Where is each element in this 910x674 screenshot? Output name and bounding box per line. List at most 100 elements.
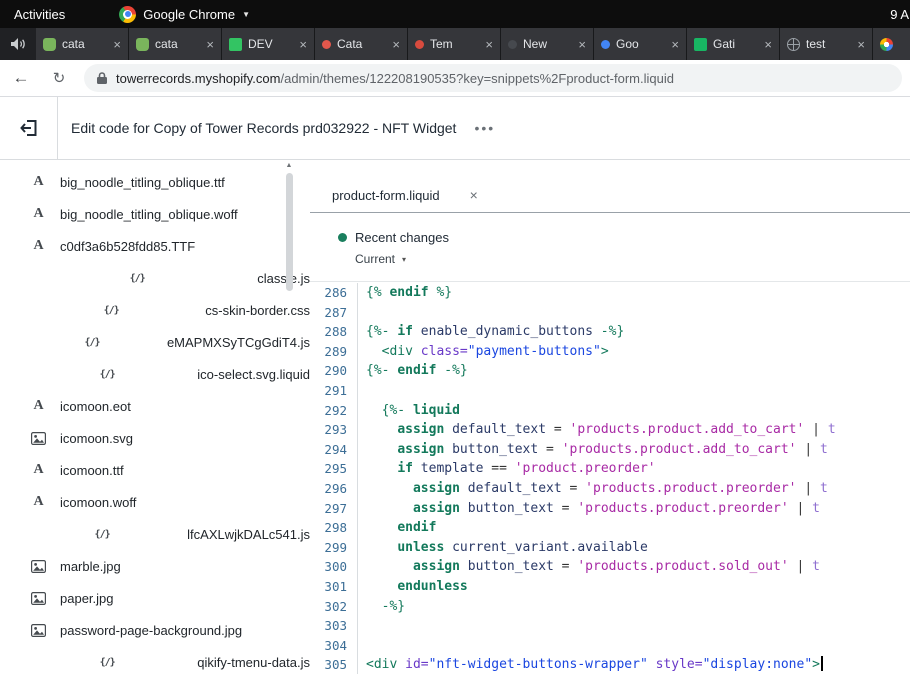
chrome-logo-icon [119, 6, 136, 23]
line-number: 291 [310, 381, 358, 401]
browser-tab[interactable]: Gati × [687, 28, 780, 60]
line-content [358, 636, 366, 656]
caret-down-icon: ▼ [242, 10, 250, 19]
code-file-icon: A {/} [30, 652, 184, 673]
tab-close-icon[interactable]: × [485, 37, 493, 52]
code-line: 286 {% endif %} [310, 283, 910, 303]
sidebar-scrollbar[interactable]: ▲ [283, 160, 295, 674]
tab-close-icon[interactable]: × [470, 187, 478, 203]
file-item[interactable]: A {/} big_noodle_titling_oblique.ttf [0, 166, 310, 198]
scrollbar-thumb[interactable] [286, 173, 293, 291]
image-file-icon: A {/} [30, 560, 47, 573]
file-item[interactable]: A {/} lfcAXLwjkDALc541.js [0, 518, 310, 550]
file-item[interactable]: A {/} c0df3a6b528fdd85.TTF [0, 230, 310, 262]
editor-page-header: Edit code for Copy of Tower Records prd0… [0, 97, 910, 160]
line-number: 305 [310, 655, 358, 674]
line-number: 290 [310, 361, 358, 381]
tab-close-icon[interactable]: × [299, 37, 307, 52]
code-line: 289 <div class="payment-buttons"> [310, 342, 910, 362]
browser-tab[interactable]: cata × [36, 28, 129, 60]
file-name: password-page-background.jpg [60, 623, 242, 638]
site-icon [694, 38, 707, 51]
image-file-icon: A {/} [30, 432, 47, 445]
browser-toolbar: ← ↻ towerrecords.myshopify.com/admin/the… [0, 60, 910, 97]
code-line: 296 assign default_text = 'products.prod… [310, 479, 910, 499]
tab-close-icon[interactable]: × [671, 37, 679, 52]
browser-tab[interactable]: New × [501, 28, 594, 60]
file-item[interactable]: A {/} password-page-background.jpg [0, 614, 310, 646]
line-number: 300 [310, 557, 358, 577]
browser-tab[interactable]: test × [780, 28, 873, 60]
line-content: endunless [358, 577, 468, 597]
line-number: 286 [310, 283, 358, 303]
back-button[interactable]: ← [8, 68, 34, 88]
file-name: icomoon.svg [60, 431, 133, 446]
file-item[interactable]: A {/} paper.jpg [0, 582, 310, 614]
speaker-icon[interactable] [0, 28, 36, 60]
file-item[interactable]: A {/} classie.js [0, 262, 310, 294]
tab-close-icon[interactable]: × [392, 37, 400, 52]
browser-tab[interactable]: Cata × [315, 28, 408, 60]
tab-close-icon[interactable]: × [857, 37, 865, 52]
font-file-icon: A {/} [30, 462, 47, 478]
file-item[interactable]: A {/} icomoon.ttf [0, 454, 310, 486]
more-options-button[interactable]: ••• [474, 120, 495, 136]
code-line: 301 endunless [310, 577, 910, 597]
file-name: big_noodle_titling_oblique.ttf [60, 175, 225, 190]
code-file-icon: A {/} [30, 300, 192, 321]
browser-tab[interactable]: cata × [129, 28, 222, 60]
line-content: endif [358, 518, 436, 538]
editor-tab-label: product-form.liquid [332, 188, 440, 203]
address-bar[interactable]: towerrecords.myshopify.com/admin/themes/… [84, 64, 902, 92]
active-app-menu[interactable]: Google Chrome ▼ [119, 6, 250, 23]
clock[interactable]: 9 A [890, 7, 910, 22]
exit-icon [19, 118, 39, 138]
file-item[interactable]: A {/} icomoon.woff [0, 486, 310, 518]
font-file-icon: A {/} [30, 494, 47, 510]
file-item[interactable]: A {/} cs-skin-border.css [0, 294, 310, 326]
code-line: 304 [310, 636, 910, 656]
tab-title: cata [62, 37, 107, 51]
browser-tab[interactable]: × [873, 28, 910, 60]
code-line: 287 [310, 303, 910, 323]
reload-button[interactable]: ↻ [46, 69, 72, 87]
line-content [358, 303, 366, 323]
browser-tab[interactable]: Goo × [594, 28, 687, 60]
line-number: 287 [310, 303, 358, 323]
line-number: 304 [310, 636, 358, 656]
activities-button[interactable]: Activities [0, 7, 79, 22]
scroll-up-icon[interactable]: ▲ [283, 160, 295, 169]
code-line: 292 {%- liquid [310, 401, 910, 421]
tab-close-icon[interactable]: × [206, 37, 214, 52]
tab-title: New [523, 37, 572, 51]
code-file-icon: A {/} [30, 364, 184, 385]
file-item[interactable]: A {/} marble.jpg [0, 550, 310, 582]
site-icon [415, 40, 424, 49]
font-file-icon: A {/} [30, 398, 47, 414]
code-area[interactable]: 286 {% endif %} 287 288 {%- if enable_dy… [310, 282, 910, 674]
file-item[interactable]: A {/} icomoon.svg [0, 422, 310, 454]
editor-tab-product-form[interactable]: product-form.liquid × [322, 177, 488, 212]
lock-icon[interactable] [96, 71, 108, 85]
exit-code-editor-button[interactable] [0, 97, 58, 159]
chevron-down-icon: ▾ [402, 255, 406, 264]
file-item[interactable]: A {/} big_noodle_titling_oblique.woff [0, 198, 310, 230]
line-number: 301 [310, 577, 358, 597]
file-item[interactable]: A {/} eMAPMXSyTCgGdiT4.js [0, 326, 310, 358]
browser-tab[interactable]: Tem × [408, 28, 501, 60]
file-item[interactable]: A {/} icomoon.eot [0, 390, 310, 422]
tab-close-icon[interactable]: × [764, 37, 772, 52]
browser-tab-strip: cata × cata × DEV × Cata × Tem [0, 28, 910, 60]
file-item[interactable]: A {/} ico-select.svg.liquid [0, 358, 310, 390]
tab-close-icon[interactable]: × [578, 37, 586, 52]
dev-site-icon [229, 38, 242, 51]
url-domain: towerrecords.myshopify.com [116, 71, 280, 86]
line-content: assign default_text = 'products.product.… [358, 479, 828, 499]
browser-tab[interactable]: DEV × [222, 28, 315, 60]
shopify-icon [136, 38, 149, 51]
version-dropdown[interactable]: Current ▾ [355, 252, 910, 266]
tab-close-icon[interactable]: × [113, 37, 121, 52]
file-item[interactable]: A {/} qikify-tmenu-data.js [0, 646, 310, 674]
recent-changes-label: Recent changes [355, 230, 449, 245]
file-name: icomoon.eot [60, 399, 131, 414]
